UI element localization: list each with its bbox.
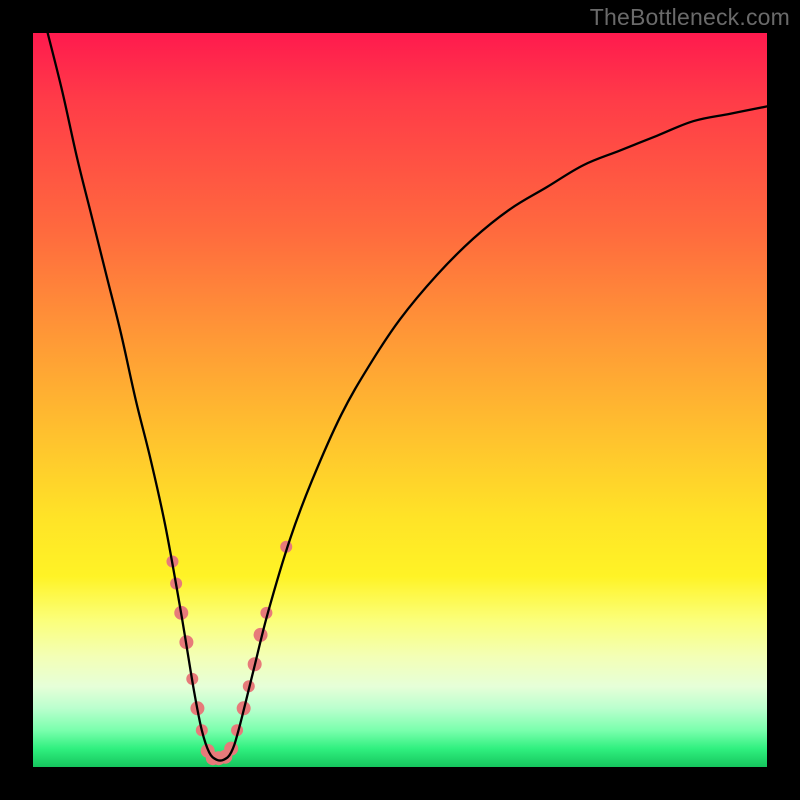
bottleneck-curve xyxy=(48,33,767,761)
chart-svg xyxy=(33,33,767,767)
plot-area xyxy=(33,33,767,767)
chart-frame: TheBottleneck.com xyxy=(0,0,800,800)
markers-layer xyxy=(166,541,292,765)
watermark-text: TheBottleneck.com xyxy=(590,4,790,31)
